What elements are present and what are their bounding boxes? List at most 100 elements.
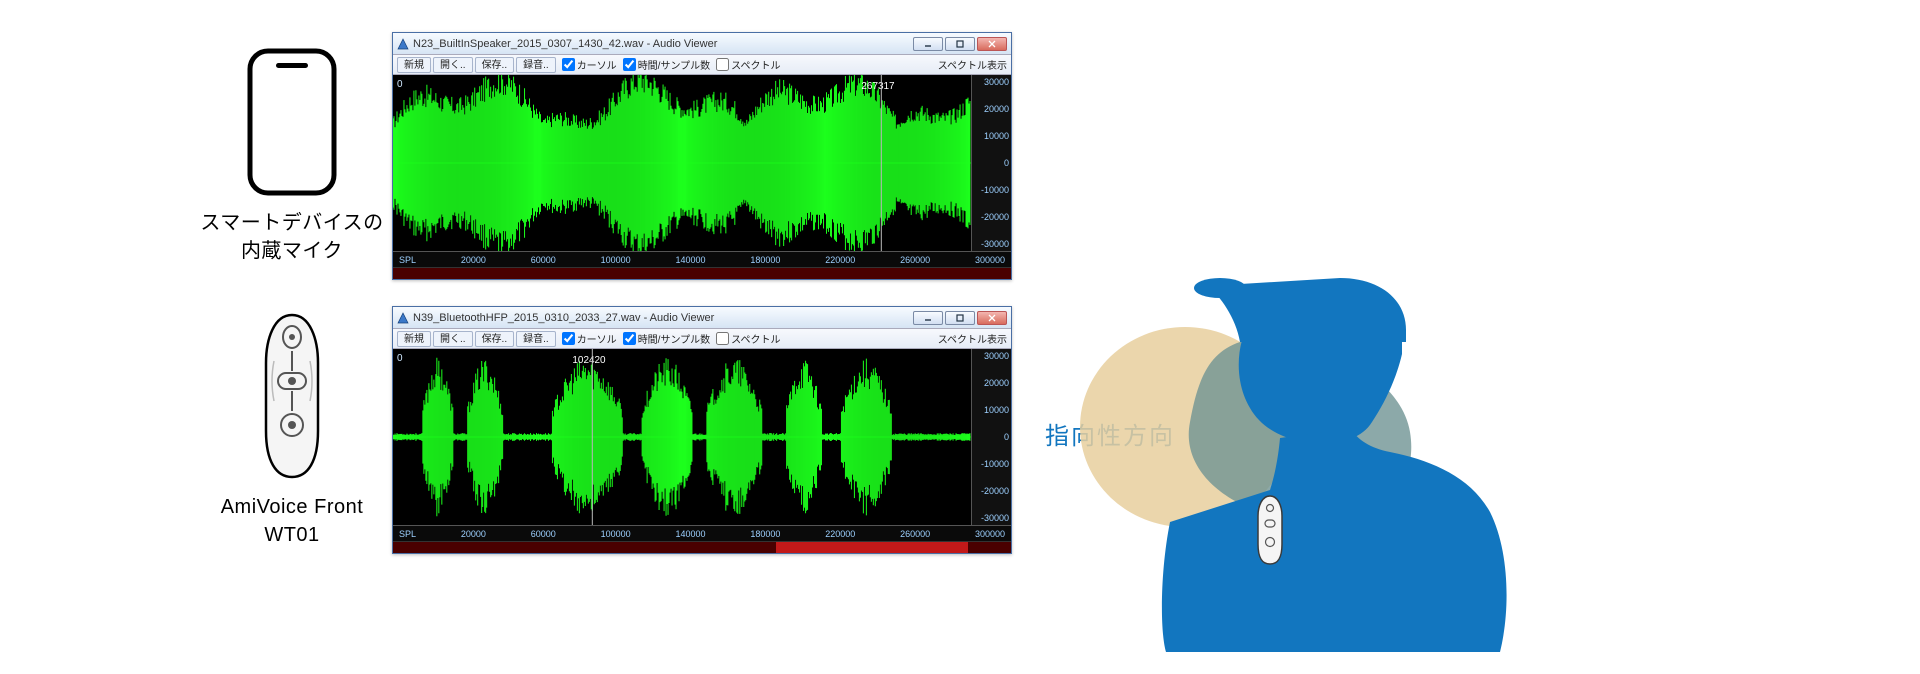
x-axis-label: SPL bbox=[399, 255, 416, 265]
toolbar-button[interactable]: 開く.. bbox=[433, 57, 473, 73]
y-tick: -30000 bbox=[974, 239, 1009, 249]
svg-text:0: 0 bbox=[397, 79, 403, 90]
x-tick: 300000 bbox=[975, 529, 1005, 539]
toolbar-right-label[interactable]: スペクトル表示 bbox=[938, 331, 1007, 346]
y-tick: -10000 bbox=[974, 459, 1009, 469]
device-amivoice: AmiVoice Front WT01 bbox=[192, 311, 392, 549]
progress-bar[interactable] bbox=[393, 541, 1011, 553]
toolbar: 新規開く..保存..録音.. カーソル 時間/サンプル数スペクトル スペクトル表示 bbox=[393, 55, 1011, 75]
maximize-button[interactable] bbox=[945, 37, 975, 51]
person-silhouette-figure bbox=[1070, 212, 1550, 652]
x-tick: 180000 bbox=[750, 529, 780, 539]
toolbar-button[interactable]: 保存.. bbox=[475, 331, 515, 347]
toolbar-button[interactable]: 保存.. bbox=[475, 57, 515, 73]
x-tick: 220000 bbox=[825, 529, 855, 539]
device-smartphone-label: スマートデバイスの 内蔵マイク bbox=[200, 209, 383, 265]
x-tick: 300000 bbox=[975, 255, 1005, 265]
checkbox-input[interactable] bbox=[716, 332, 729, 345]
mic-device-icon bbox=[252, 311, 332, 481]
waveform-area: 0 267317 30000 20000 10000 0 -10000 -20000 -300… bbox=[393, 75, 1011, 251]
progress-segment bbox=[968, 542, 1011, 553]
x-axis-label: SPL bbox=[399, 529, 416, 539]
x-tick: 220000 bbox=[825, 255, 855, 265]
waveform-area: 0102420 3000020000100000-10000-20000-300… bbox=[393, 349, 1011, 525]
waveform-canvas[interactable]: 0 102420 bbox=[393, 349, 971, 525]
x-tick: 60000 bbox=[531, 529, 556, 539]
minimize-button[interactable] bbox=[913, 311, 943, 325]
audio-window-amivoice: N39_BluetoothHFP_2015_0310_2033_27.wav -… bbox=[392, 306, 1012, 554]
toolbar-right-label[interactable]: スペクトル表示 bbox=[938, 57, 1007, 72]
toolbar-button[interactable]: 新規 bbox=[397, 331, 431, 347]
x-tick: 100000 bbox=[601, 529, 631, 539]
svg-text:0: 0 bbox=[397, 353, 403, 364]
window-titlebar: N23_BuiltInSpeaker_2015_0307_1430_42.wav… bbox=[393, 33, 1011, 55]
y-tick: -30000 bbox=[974, 513, 1009, 523]
y-tick: 0 bbox=[974, 432, 1009, 442]
x-tick: 20000 bbox=[461, 529, 486, 539]
maximize-button[interactable] bbox=[945, 311, 975, 325]
window-title: N39_BluetoothHFP_2015_0310_2033_27.wav -… bbox=[413, 312, 909, 324]
window-title: N23_BuiltInSpeaker_2015_0307_1430_42.wav… bbox=[413, 38, 909, 50]
toolbar-checkbox[interactable]: スペクトル bbox=[716, 331, 780, 346]
y-tick: -10000 bbox=[974, 185, 1009, 195]
close-button[interactable] bbox=[977, 37, 1007, 51]
x-tick: 20000 bbox=[461, 255, 486, 265]
waveform-annotation: 102420 bbox=[572, 355, 606, 366]
checkbox-label: カーソル bbox=[577, 331, 617, 346]
smartphone-icon bbox=[242, 47, 342, 197]
progress-segment bbox=[393, 542, 776, 553]
row-amivoice: AmiVoice Front WT01 N39_BluetoothHFP_201… bbox=[192, 306, 1012, 554]
x-tick: 60000 bbox=[531, 255, 556, 265]
toolbar-button[interactable]: 新規 bbox=[397, 57, 431, 73]
toolbar-checkbox[interactable]: スペクトル bbox=[716, 57, 780, 72]
checkbox-input[interactable] bbox=[623, 58, 636, 71]
device-amivoice-label: AmiVoice Front WT01 bbox=[221, 493, 364, 549]
checkbox-label: 時間/サンプル数 bbox=[638, 331, 710, 346]
progress-bar[interactable] bbox=[393, 267, 1011, 279]
toolbar-button[interactable]: 開く.. bbox=[433, 331, 473, 347]
toolbar-checkbox[interactable]: カーソル bbox=[562, 331, 617, 346]
y-tick: 20000 bbox=[974, 104, 1009, 114]
close-button[interactable] bbox=[977, 311, 1007, 325]
checkbox-label: カーソル bbox=[577, 57, 617, 72]
checkbox-label: 時間/サンプル数 bbox=[638, 57, 710, 72]
toolbar-checkbox[interactable]: 時間/サンプル数 bbox=[623, 331, 710, 346]
x-tick: 180000 bbox=[750, 255, 780, 265]
device-smartphone: スマートデバイスの 内蔵マイク bbox=[192, 47, 392, 265]
toolbar-checkbox[interactable]: 時間/サンプル数 bbox=[623, 57, 710, 72]
x-tick: 140000 bbox=[675, 529, 705, 539]
y-tick: 30000 bbox=[974, 77, 1009, 87]
audio-window-builtin: N23_BuiltInSpeaker_2015_0307_1430_42.wav… bbox=[392, 32, 1012, 280]
toolbar: 新規開く..保存..録音.. カーソル 時間/サンプル数 スペクトル スペクトル表示 bbox=[393, 329, 1011, 349]
checkbox-input[interactable] bbox=[623, 332, 636, 345]
checkbox-label: スペクトル bbox=[731, 331, 780, 346]
app-icon bbox=[397, 38, 409, 50]
clip-mic-icon bbox=[1258, 496, 1282, 564]
y-tick: 10000 bbox=[974, 405, 1009, 415]
y-tick: 30000 bbox=[974, 351, 1009, 361]
toolbar-button[interactable]: 録音.. bbox=[516, 331, 556, 347]
window-titlebar: N39_BluetoothHFP_2015_0310_2033_27.wav -… bbox=[393, 307, 1011, 329]
checkbox-input[interactable] bbox=[716, 58, 729, 71]
y-tick: -20000 bbox=[974, 212, 1009, 222]
y-tick: -20000 bbox=[974, 486, 1009, 496]
y-axis: 3000020000100000-10000-20000-30000 bbox=[971, 349, 1011, 525]
waveform-annotation: 267317 bbox=[861, 81, 895, 92]
waveform-canvas[interactable]: 0 267317 bbox=[393, 75, 971, 251]
y-tick: 10000 bbox=[974, 131, 1009, 141]
checkbox-input[interactable] bbox=[562, 332, 575, 345]
x-tick: 260000 bbox=[900, 529, 930, 539]
y-axis: 30000 20000 10000 0 -10000 -20000 -30000 bbox=[971, 75, 1011, 251]
y-tick: 0 bbox=[974, 158, 1009, 168]
progress-segment bbox=[776, 542, 968, 553]
x-axis: SPL 20000 60000 100000 140000 180000 220000 260… bbox=[393, 251, 1011, 267]
x-tick: 260000 bbox=[900, 255, 930, 265]
toolbar-checkbox[interactable]: カーソル bbox=[562, 57, 617, 72]
row-builtin-mic: スマートデバイスの 内蔵マイク N23_BuiltInSpeaker_2015_… bbox=[192, 32, 1012, 280]
x-tick: 140000 bbox=[675, 255, 705, 265]
x-axis: SPL 20000 60000 100000 140000 180000 220000 260… bbox=[393, 525, 1011, 541]
toolbar-button[interactable]: 録音.. bbox=[516, 57, 556, 73]
minimize-button[interactable] bbox=[913, 37, 943, 51]
checkbox-input[interactable] bbox=[562, 58, 575, 71]
x-tick: 100000 bbox=[601, 255, 631, 265]
